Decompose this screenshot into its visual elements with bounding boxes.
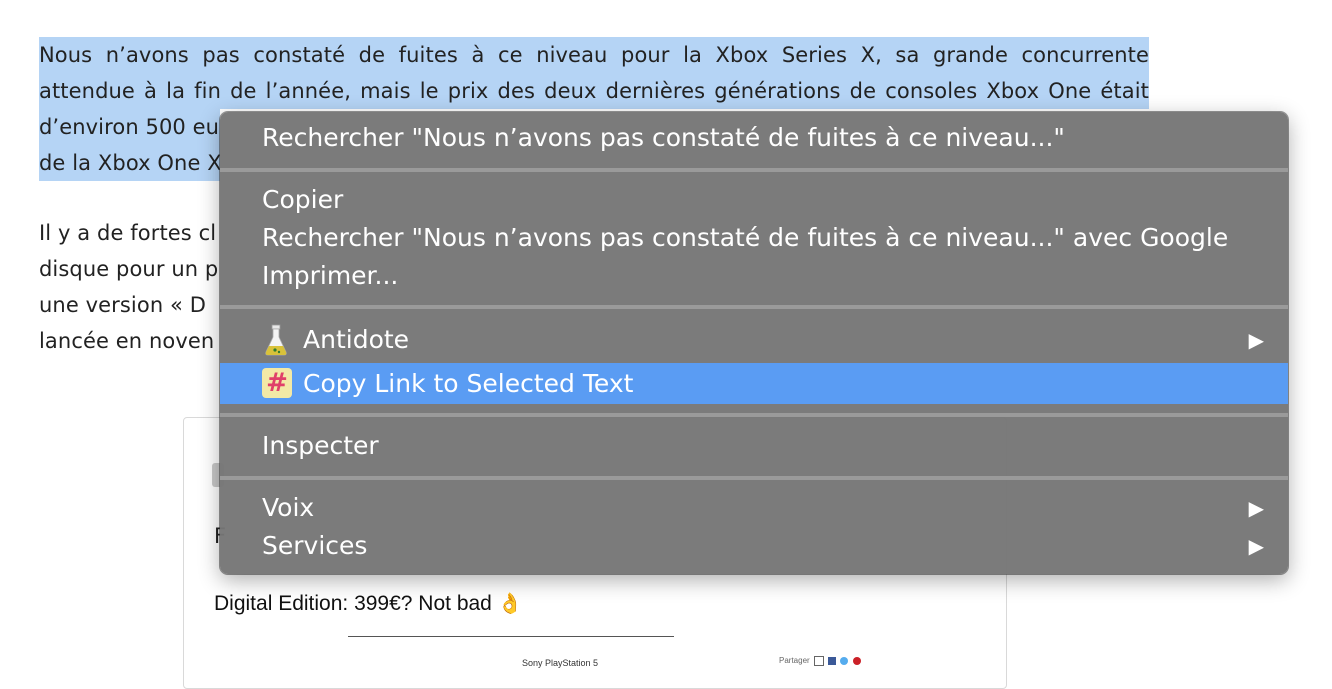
pinterest-icon[interactable] (852, 657, 861, 665)
twitter-icon[interactable] (840, 657, 849, 665)
paragraph-line[interactable]: attendue à la fin de l’année, mais le pr… (39, 73, 1149, 109)
menu-item-label: Imprimer... (262, 261, 399, 290)
submenu-arrow-icon: ▶ (1248, 534, 1264, 558)
share-bar[interactable]: Partager (779, 656, 861, 666)
menu-item-label: Rechercher "Nous n’avons pas constaté de… (262, 223, 1229, 252)
menu-item-search-google[interactable]: Rechercher "Nous n’avons pas constaté de… (220, 219, 1288, 257)
facebook-icon[interactable] (828, 657, 837, 665)
menu-item-inspect[interactable]: Inspecter (220, 427, 1288, 465)
menu-item-antidote[interactable]: Antidote ▶ (220, 321, 1288, 359)
menu-item-copy[interactable]: Copier (220, 181, 1288, 219)
menu-separator (220, 168, 1288, 172)
menu-item-voice[interactable]: Voix ▶ (220, 489, 1288, 527)
menu-item-label: Copier (262, 185, 344, 214)
paragraph-line[interactable]: d’environ 500 eu (39, 109, 220, 145)
menu-item-label: Voix (262, 493, 315, 522)
menu-item-label: Inspecter (262, 431, 379, 460)
embed-divider (348, 636, 674, 637)
embed-text: Digital Edition: 399€? Not bad 👌 (214, 591, 523, 616)
menu-separator (220, 305, 1288, 309)
menu-item-print[interactable]: Imprimer... (220, 257, 1288, 295)
ok-hand-icon: 👌 (497, 593, 523, 615)
menu-item-label: Antidote (303, 325, 410, 354)
submenu-arrow-icon: ▶ (1248, 328, 1264, 352)
flask-icon (265, 324, 287, 356)
menu-item-label: Services (262, 531, 368, 560)
menu-separator (220, 413, 1288, 417)
submenu-arrow-icon: ▶ (1248, 496, 1264, 520)
embed-caption: Sony PlayStation 5 (522, 658, 599, 668)
menu-item-services[interactable]: Services ▶ (220, 527, 1288, 565)
share-label: Partager (779, 656, 810, 666)
hash-icon: # (262, 368, 292, 398)
context-menu: Rechercher "Nous n’avons pas constaté de… (220, 112, 1288, 574)
paragraph-line[interactable]: Nous n’avons pas constaté de fuites à ce… (39, 37, 1149, 73)
embed-text-content: Digital Edition: 399€? Not bad (214, 592, 492, 615)
menu-item-label: Rechercher "Nous n’avons pas constaté de… (262, 123, 1065, 152)
paragraph-line[interactable]: de la Xbox One X (39, 145, 220, 181)
menu-item-search[interactable]: Rechercher "Nous n’avons pas constaté de… (220, 119, 1288, 157)
menu-separator (220, 476, 1288, 480)
mail-icon[interactable] (813, 656, 824, 666)
menu-item-label: Copy Link to Selected Text (303, 369, 634, 398)
menu-item-copy-link[interactable]: # Copy Link to Selected Text (220, 363, 1288, 404)
